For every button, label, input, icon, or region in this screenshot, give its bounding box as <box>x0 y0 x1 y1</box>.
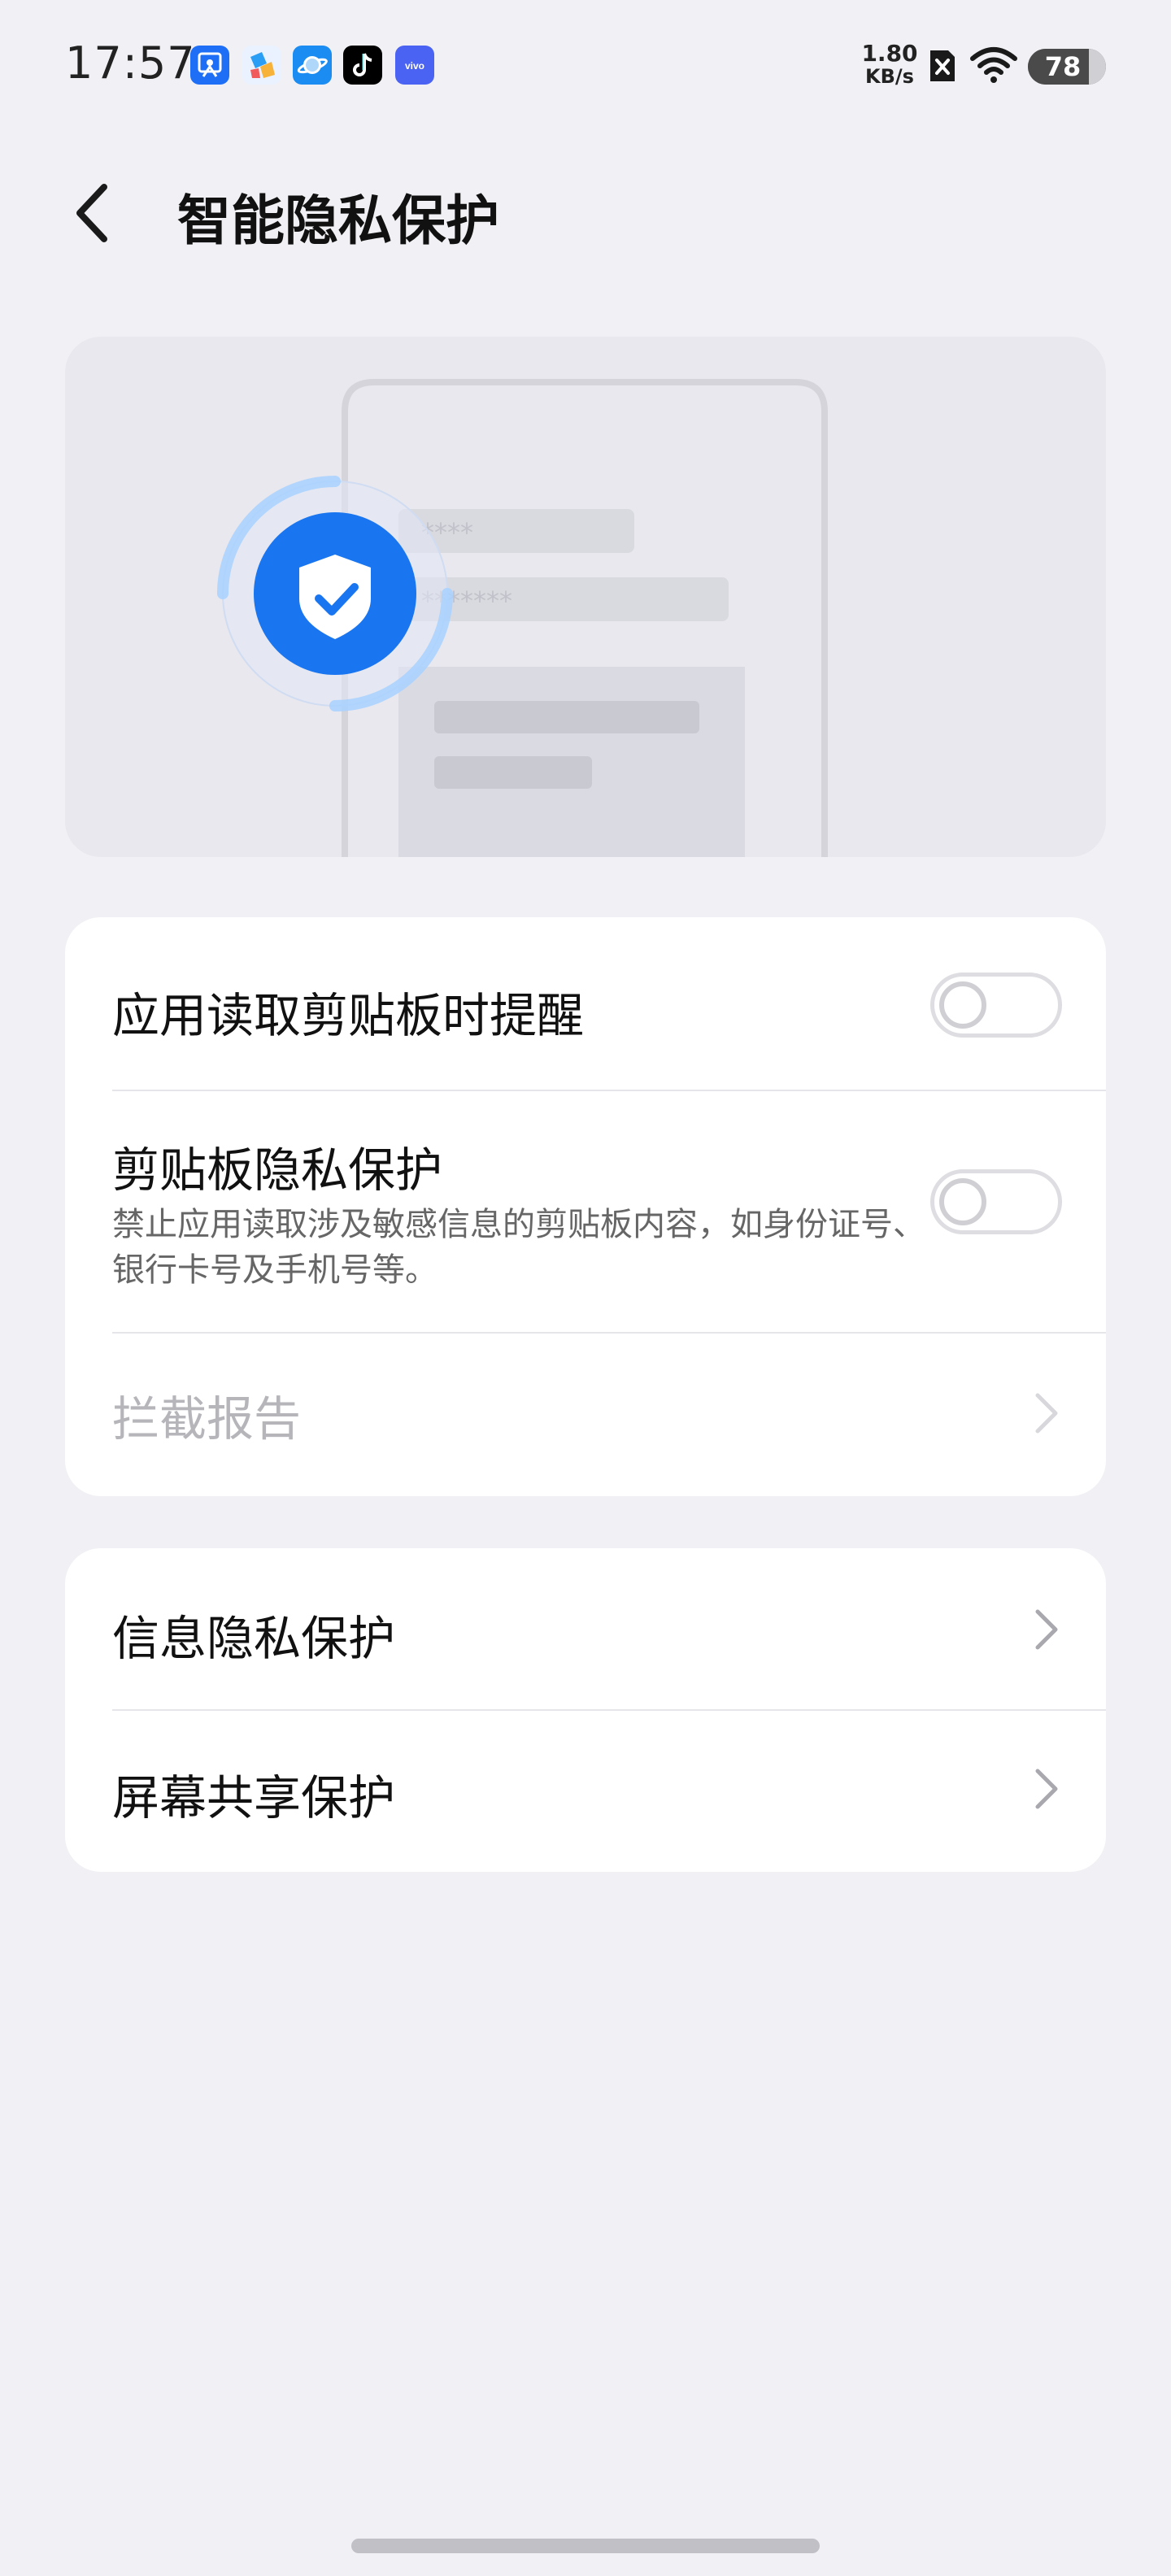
content-line-2 <box>434 756 592 789</box>
clipboard-privacy-description: 禁止应用读取涉及敏感信息的剪贴板内容，如身份证号、银行卡号及手机号等。 <box>112 1206 925 1289</box>
chevron-right-icon <box>1033 1390 1060 1436</box>
screen-share-protection-label: 屏幕共享保护 <box>112 1770 396 1825</box>
tiktok-icon <box>343 46 382 85</box>
chevron-right-icon <box>1033 1766 1060 1812</box>
vivo-icon: vivo <box>395 46 434 85</box>
clipboard-privacy-label: 剪贴板隐私保护 <box>112 1142 443 1198</box>
intercept-report-row[interactable]: 拦截报告 <box>65 1334 1106 1496</box>
status-bar: 17:57 vivo 1.80 KB/s 78 <box>0 0 1171 130</box>
page-title: 智能隐私保护 <box>177 189 499 252</box>
clipboard-read-alert-row[interactable]: 应用读取剪贴板时提醒 <box>65 917 1106 1090</box>
no-sim-icon <box>927 47 958 85</box>
network-speed-value: 1.80 <box>861 40 918 67</box>
clipboard-privacy-row[interactable]: 剪贴板隐私保护 禁止应用读取涉及敏感信息的剪贴板内容，如身份证号、银行卡号及手机… <box>65 1091 1106 1330</box>
back-icon[interactable] <box>68 181 117 246</box>
clipboard-privacy-toggle[interactable] <box>930 1169 1062 1234</box>
chevron-right-icon <box>1033 1607 1060 1652</box>
message-privacy-row[interactable]: 信息隐私保护 <box>65 1548 1106 1709</box>
content-line-1 <box>434 701 699 733</box>
privacy-protection-card: 信息隐私保护 屏幕共享保护 <box>65 1548 1106 1872</box>
clipboard-settings-card: 应用读取剪贴板时提醒 剪贴板隐私保护 禁止应用读取涉及敏感信息的剪贴板内容，如身… <box>65 917 1106 1496</box>
screenshot-app-icon <box>190 46 229 85</box>
battery-indicator: 78 <box>1028 49 1106 85</box>
battery-level: 78 <box>1044 51 1082 82</box>
intercept-report-label: 拦截报告 <box>112 1391 302 1447</box>
network-speed-unit: KB/s <box>865 65 914 88</box>
message-privacy-label: 信息隐私保护 <box>112 1611 396 1666</box>
home-indicator[interactable] <box>351 2539 820 2553</box>
clipboard-read-alert-label: 应用读取剪贴板时提醒 <box>112 988 585 1043</box>
privacy-illustration: **** ******* <box>65 337 1106 857</box>
clipboard-read-alert-toggle[interactable] <box>930 973 1062 1038</box>
browser-planet-icon <box>293 46 332 85</box>
screen-share-protection-row[interactable]: 屏幕共享保护 <box>65 1711 1106 1872</box>
wifi-icon <box>969 46 1018 85</box>
svg-text:vivo: vivo <box>405 60 424 72</box>
colorful-app-icon <box>242 46 281 85</box>
network-speed: 1.80 KB/s <box>857 40 922 89</box>
status-time: 17:57 <box>65 37 196 89</box>
